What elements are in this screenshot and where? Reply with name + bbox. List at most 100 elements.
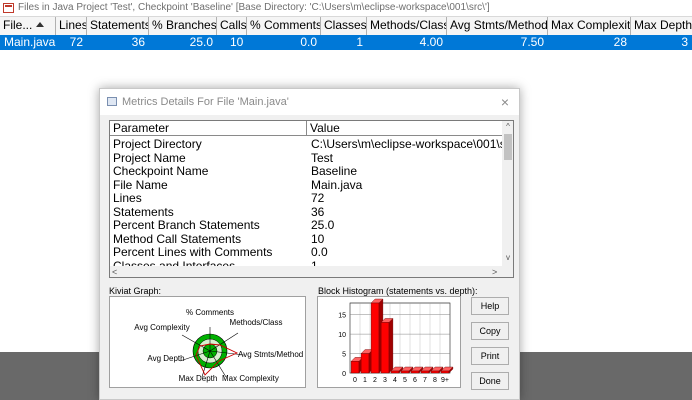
- x-tick-label: 4: [393, 377, 397, 384]
- parameter-value: 0.0: [311, 245, 328, 259]
- cell-lines: 72: [69, 35, 83, 49]
- cell-file: Main.java: [4, 35, 56, 49]
- parameter-name: Statements: [113, 204, 174, 219]
- parameter-name: File Name: [113, 177, 168, 192]
- list-item[interactable]: Checkpoint Name Baseline: [110, 164, 502, 178]
- scroll-left-icon[interactable]: <: [112, 266, 117, 277]
- x-tick-label: 9+: [441, 377, 449, 384]
- list-item[interactable]: Project Name Test: [110, 151, 502, 165]
- column-header-file[interactable]: File...: [0, 17, 56, 35]
- parameter-name: Percent Branch Statements: [113, 218, 260, 232]
- parameter-name: Percent Lines with Comments: [113, 245, 273, 259]
- column-header-parameter[interactable]: Parameter: [110, 121, 307, 136]
- kiviat-axis-label: Avg Stmts/Method: [238, 350, 303, 359]
- column-header-classes[interactable]: Classes: [321, 17, 367, 35]
- parameter-name: Checkpoint Name: [113, 164, 209, 178]
- parameter-value: C:\Users\m\eclipse-workspace\001\src\: [311, 137, 502, 151]
- dialog-title: Metrics Details For File 'Main.java': [122, 96, 289, 108]
- kiviat-graph: % Comments Methods/Class Avg Stmts/Metho…: [109, 296, 306, 388]
- cell-comments: 0.0: [300, 35, 317, 49]
- y-tick-label: 10: [338, 332, 346, 339]
- close-icon[interactable]: ×: [501, 89, 509, 115]
- histogram-svg: 051015 0 1 2 3 4 5 6 7 8 9+: [338, 298, 454, 384]
- parameter-name: Project Directory: [113, 137, 202, 151]
- x-tick-label: 2: [373, 377, 377, 384]
- column-header-lines[interactable]: Lines: [56, 17, 87, 35]
- parameter-name: Project Name: [113, 150, 186, 165]
- column-header-comments[interactable]: % Comments: [247, 17, 321, 35]
- scroll-up-icon[interactable]: ^: [502, 121, 513, 133]
- cell-max-complexity: 28: [613, 35, 627, 49]
- cell-avg-stmts: 7.50: [520, 35, 544, 49]
- horizontal-scrollbar[interactable]: < >: [110, 266, 513, 277]
- kiviat-axis-label: Avg Complexity: [134, 323, 189, 332]
- parameter-table-header: Parameter Value: [110, 121, 502, 136]
- list-item[interactable]: Project Directory C:\Users\m\eclipse-work…: [110, 137, 502, 151]
- scroll-right-icon[interactable]: >: [492, 266, 497, 277]
- parameter-value: 36: [311, 204, 325, 219]
- print-button[interactable]: Print: [471, 347, 509, 365]
- list-item[interactable]: File Name Main.java: [110, 178, 502, 192]
- done-button[interactable]: Done: [471, 372, 509, 390]
- kiviat-axis-label: Max Complexity: [222, 374, 279, 383]
- scrollbar-thumb[interactable]: [504, 134, 512, 160]
- column-header-statements[interactable]: Statements: [87, 17, 149, 35]
- cell-statements: 36: [131, 35, 145, 49]
- list-item[interactable]: Lines 72: [110, 191, 502, 205]
- kiviat-axis-label: Avg Depth: [147, 354, 184, 363]
- cell-methods-class: 4.00: [419, 35, 443, 49]
- column-header-max-depth[interactable]: Max Depth: [631, 17, 692, 35]
- column-header-value[interactable]: Value: [307, 121, 502, 136]
- parameter-table: Parameter Value Project Directory C:\User…: [109, 120, 514, 278]
- scroll-down-icon[interactable]: v: [502, 252, 513, 264]
- list-item[interactable]: Method Call Statements 10: [110, 232, 502, 246]
- parameter-name: Lines: [113, 191, 142, 205]
- x-tick-label: 3: [383, 377, 387, 384]
- parameter-name: Method Call Statements: [113, 231, 242, 246]
- cell-branches: 25.0: [189, 35, 213, 49]
- y-tick-label: 5: [342, 352, 346, 359]
- parameter-value: Baseline: [311, 164, 358, 178]
- metrics-details-dialog: Metrics Details For File 'Main.java' × P…: [99, 88, 520, 400]
- block-histogram: 0 5 10 15 0 1 2 3 4 5 6 7 8 9+: [317, 296, 461, 388]
- cell-max-depth: 3: [681, 35, 688, 49]
- parameter-value: 25.0: [311, 218, 335, 232]
- dialog-window-icon: [107, 97, 117, 106]
- kiviat-graph-label: Kiviat Graph:: [109, 286, 162, 296]
- help-button[interactable]: Help: [471, 297, 509, 315]
- list-item[interactable]: Percent Branch Statements 25.0: [110, 218, 502, 232]
- list-item[interactable]: Percent Lines with Comments 0.0: [110, 245, 502, 259]
- dialog-title-bar[interactable]: Metrics Details For File 'Main.java' ×: [100, 89, 519, 115]
- x-tick-label: 0: [353, 377, 357, 384]
- y-tick-label: 15: [338, 313, 346, 320]
- x-tick-label: 7: [423, 377, 427, 384]
- cell-classes: 1: [356, 35, 363, 49]
- copy-button[interactable]: Copy: [471, 322, 509, 340]
- x-tick-label: 1: [363, 377, 367, 384]
- parameter-value: 10: [311, 231, 325, 246]
- column-header-avg-stmts[interactable]: Avg Stmts/Method: [447, 17, 548, 35]
- kiviat-graph-svg: % Comments Methods/Class Avg Stmts/Metho…: [134, 308, 303, 383]
- column-header-label: File...: [3, 18, 33, 32]
- x-tick-label: 6: [413, 377, 417, 384]
- column-header-calls[interactable]: Calls: [217, 17, 247, 35]
- window-title-bar: Files in Java Project 'Test', Checkpoint…: [0, 0, 692, 17]
- parameter-value: Main.java: [311, 177, 363, 192]
- file-table-header: File... Lines Statements % Branches Call…: [0, 17, 692, 35]
- cell-calls: 10: [230, 35, 244, 49]
- list-item[interactable]: Statements 36: [110, 205, 502, 219]
- kiviat-axis-label: % Comments: [186, 308, 234, 317]
- column-header-branches[interactable]: % Branches: [149, 17, 217, 35]
- column-header-methods-class[interactable]: Methods/Class: [367, 17, 447, 35]
- app-icon: [3, 3, 14, 13]
- histogram-label: Block Histogram (statements vs. depth):: [318, 286, 478, 296]
- y-tick-label: 0: [342, 371, 346, 378]
- parameter-value: Test: [311, 150, 334, 165]
- kiviat-axis-label: Methods/Class: [230, 318, 283, 327]
- table-row[interactable]: Main.java 72 36 25.0 10 0.0 1 4.00 7.50 …: [0, 35, 692, 50]
- window-title: Files in Java Project 'Test', Checkpoint…: [18, 2, 490, 13]
- x-tick-label: 8: [433, 377, 437, 384]
- column-header-max-complexity[interactable]: Max Complexity: [548, 17, 631, 35]
- vertical-scrollbar[interactable]: ^ v: [502, 121, 513, 266]
- kiviat-axis-label: Max Depth: [179, 374, 218, 383]
